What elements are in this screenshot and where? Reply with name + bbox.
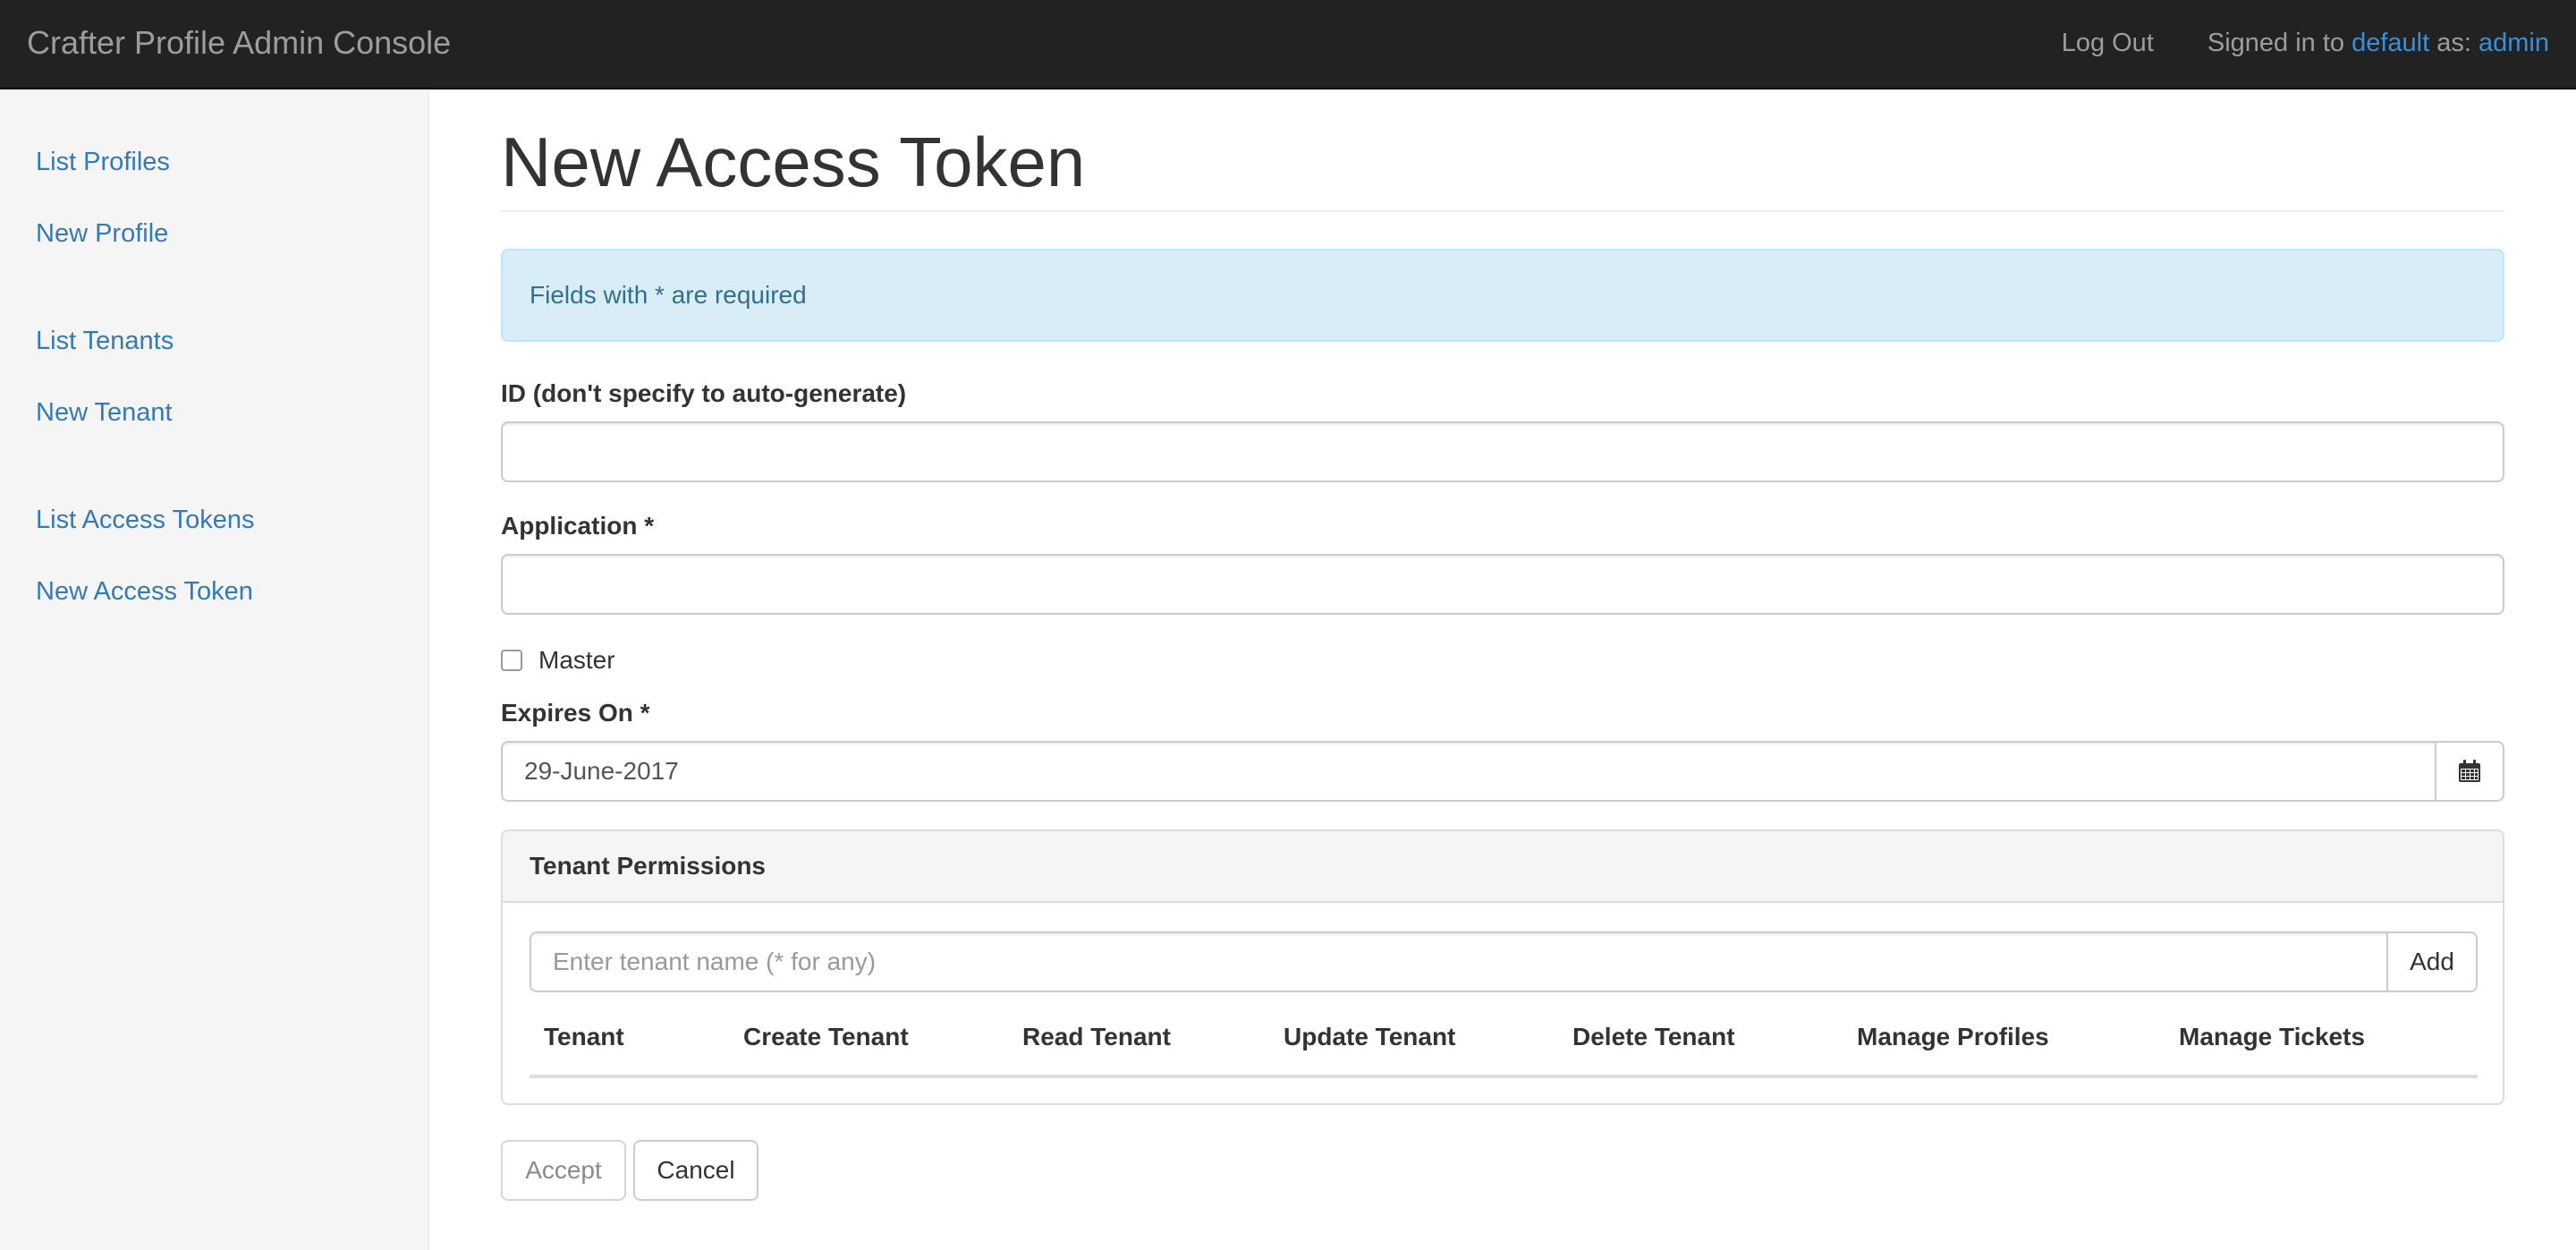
sidebar-item-new-tenant[interactable]: New Tenant xyxy=(36,396,173,429)
id-field-label: ID (don't specify to auto-generate) xyxy=(501,379,907,407)
col-header-read-tenant: Read Tenant xyxy=(1022,1023,1171,1050)
sidebar-item-new-profile[interactable]: New Profile xyxy=(36,217,168,250)
sidebar-item-list-tenants[interactable]: List Tenants xyxy=(36,325,174,357)
signed-in-status: Signed in to default as: admin xyxy=(2207,24,2549,62)
expires-on-label: Expires On * xyxy=(501,699,650,727)
accept-button[interactable]: Accept xyxy=(501,1140,626,1201)
master-checkbox-row: Master xyxy=(501,644,615,676)
cancel-button[interactable]: Cancel xyxy=(633,1140,758,1201)
signed-in-mid: as: xyxy=(2429,29,2479,57)
app-brand-link[interactable]: Crafter Profile Admin Console xyxy=(27,24,451,62)
application-field-label: Application * xyxy=(501,512,655,540)
user-link[interactable]: admin xyxy=(2479,29,2549,57)
tenant-permissions-heading: Tenant Permissions xyxy=(503,831,2503,903)
tenant-link[interactable]: default xyxy=(2351,29,2429,57)
col-header-manage-profiles: Manage Profiles xyxy=(1857,1023,2049,1050)
tenant-name-input[interactable] xyxy=(530,931,2386,992)
date-picker-button[interactable] xyxy=(2435,741,2504,802)
id-input[interactable] xyxy=(501,421,2504,482)
expires-on-input[interactable] xyxy=(501,741,2435,802)
sidebar-item-list-access-tokens[interactable]: List Access Tokens xyxy=(36,504,254,536)
col-header-delete-tenant: Delete Tenant xyxy=(1572,1023,1735,1050)
add-tenant-button[interactable]: Add xyxy=(2386,931,2478,992)
sidebar-item-new-access-token[interactable]: New Access Token xyxy=(36,575,253,608)
required-fields-alert: Fields with * are required xyxy=(501,249,2504,342)
master-checkbox-label: Master xyxy=(538,646,615,674)
navbar-right: Log Out Signed in to default as: admin xyxy=(2062,24,2549,62)
col-header-tenant: Tenant xyxy=(544,1023,624,1050)
main-content: New Access Token Fields with * are requi… xyxy=(501,90,2504,1250)
permissions-table-rule xyxy=(530,1075,2478,1078)
expires-on-group xyxy=(501,741,2504,802)
application-input[interactable] xyxy=(501,554,2504,615)
master-checkbox[interactable] xyxy=(501,650,522,671)
calendar-icon xyxy=(2459,760,2480,782)
title-divider xyxy=(501,210,2504,212)
top-navbar: Crafter Profile Admin Console Log Out Si… xyxy=(0,0,2576,89)
logout-link[interactable]: Log Out xyxy=(2062,24,2154,62)
signed-in-prefix: Signed in to xyxy=(2207,29,2352,57)
col-header-manage-tickets: Manage Tickets xyxy=(2179,1023,2366,1050)
sidebar-item-list-profiles[interactable]: List Profiles xyxy=(36,146,170,178)
col-header-create-tenant: Create Tenant xyxy=(743,1023,909,1050)
col-header-update-tenant: Update Tenant xyxy=(1284,1023,1456,1050)
tenant-permissions-panel: Tenant Permissions Add Tenant Create Ten… xyxy=(501,829,2504,1105)
sidebar: List Profiles New Profile List Tenants N… xyxy=(0,90,429,1250)
page-title: New Access Token xyxy=(501,123,1086,201)
